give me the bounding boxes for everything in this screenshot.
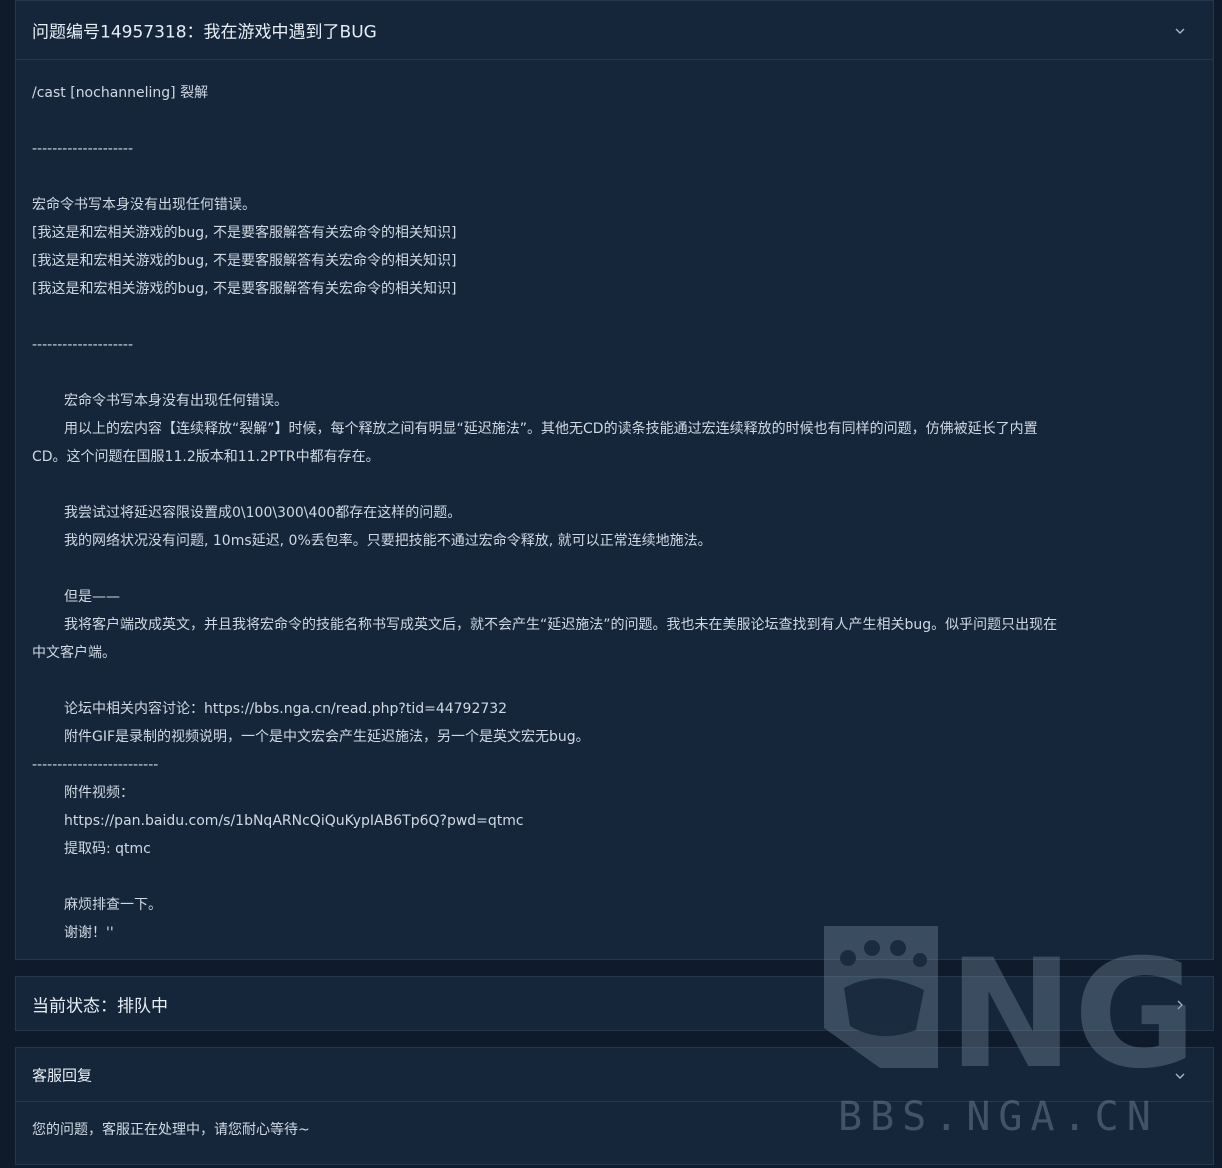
description-line: 谢谢！'': [64, 925, 114, 941]
status-header[interactable]: 当前状态：排队中: [16, 977, 1213, 1030]
description-line: [32, 555, 1197, 583]
status-panel: 当前状态：排队中: [15, 976, 1214, 1031]
reply-panel: 客服回复 您的问题，客服正在处理中，请您耐心等待~: [15, 1047, 1214, 1165]
description-line: 麻烦排查一下。: [64, 897, 162, 913]
description-line: [32, 303, 1197, 331]
description-line: 但是——: [64, 589, 120, 605]
description-line: CD。这个问题在国服11.2版本和11.2PTR中都有存在。: [32, 449, 380, 465]
description-line: [32, 471, 1197, 499]
description-line: [32, 107, 1197, 135]
ticket-title: 问题编号14957318：我在游戏中遇到了BUG: [32, 22, 377, 43]
description-line: [我这是和宏相关游戏的bug, 不是要客服解答有关宏命令的相关知识]: [32, 225, 457, 241]
ticket-description: /cast [nochanneling] 裂解 -----------------…: [16, 60, 1213, 947]
description-line: 用以上的宏内容【连续释放“裂解”】时候，每个释放之间有明显“延迟施法”。其他无C…: [64, 421, 1038, 437]
description-line: 我的网络状况没有问题, 10ms延迟, 0%丢包率。只要把技能不通过宏命令释放,…: [64, 533, 712, 549]
chevron-down-icon[interactable]: [1173, 1068, 1187, 1082]
status-label: 当前状态：排队中: [32, 996, 168, 1016]
description-line: 我尝试过将延迟容限设置成0\100\300\400都存在这样的问题。: [64, 505, 462, 521]
ticket-header[interactable]: 问题编号14957318：我在游戏中遇到了BUG: [16, 1, 1213, 60]
reply-header[interactable]: 客服回复: [16, 1048, 1213, 1102]
description-line: /cast [nochanneling] 裂解: [32, 85, 209, 101]
description-line: https://pan.baidu.com/s/1bNqARNcQiQuKypI…: [64, 813, 524, 829]
chevron-right-icon[interactable]: [1173, 997, 1187, 1011]
description-line: [我这是和宏相关游戏的bug, 不是要客服解答有关宏命令的相关知识]: [32, 253, 457, 269]
description-line: 附件视频：: [64, 785, 134, 801]
description-line: --------------------: [32, 141, 134, 157]
description-line: 宏命令书写本身没有出现任何错误。: [32, 197, 256, 213]
reply-text: 您的问题，客服正在处理中，请您耐心等待~: [32, 1122, 310, 1138]
description-line: 宏命令书写本身没有出现任何错误。: [64, 393, 288, 409]
description-line: 论坛中相关内容讨论：https://bbs.nga.cn/read.php?ti…: [64, 701, 508, 717]
description-line: [32, 163, 1197, 191]
description-line: 我将客户端改成英文，并且我将宏命令的技能名称书写成英文后，就不会产生“延迟施法”…: [64, 617, 1058, 633]
description-line: 提取码: qtmc: [64, 841, 151, 857]
description-line: [32, 359, 1197, 387]
description-line: -------------------------: [32, 757, 159, 773]
description-line: [我这是和宏相关游戏的bug, 不是要客服解答有关宏命令的相关知识]: [32, 281, 457, 297]
description-line: [32, 667, 1197, 695]
reply-title: 客服回复: [32, 1066, 93, 1084]
description-line: 附件GIF是录制的视频说明，一个是中文宏会产生延迟施法，另一个是英文宏无bug。: [64, 729, 590, 745]
description-line: --------------------: [32, 337, 134, 353]
chevron-down-icon[interactable]: [1173, 23, 1187, 37]
description-line: 中文客户端。: [32, 645, 116, 661]
description-line: [32, 863, 1197, 891]
ticket-panel: 问题编号14957318：我在游戏中遇到了BUG /cast [nochanne…: [15, 0, 1214, 960]
